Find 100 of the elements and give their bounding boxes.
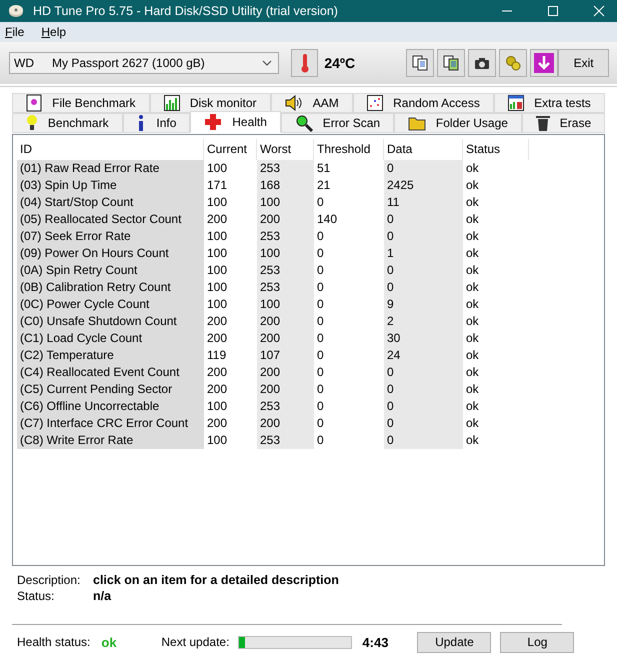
tab[interactable]: AAM xyxy=(270,93,353,113)
cross-icon xyxy=(204,113,222,131)
table-cell: (07) Seek Error Rate xyxy=(17,228,204,245)
scatter-plot-icon xyxy=(367,95,384,111)
tab[interactable]: Erase xyxy=(522,113,606,133)
table-cell: 0 xyxy=(384,279,463,296)
table-cell-text: 200 xyxy=(206,211,228,228)
table-cell: 253 xyxy=(257,432,314,449)
tab[interactable]: Benchmark xyxy=(12,113,123,133)
countdown: 4:43 xyxy=(362,634,390,650)
table-cell: (01) Raw Read Error Rate xyxy=(17,160,204,177)
table-cell-text: ok xyxy=(465,160,480,177)
table-cell: 100 xyxy=(257,296,314,313)
tab[interactable]: Disk monitor xyxy=(150,93,271,113)
table-cell: 9 xyxy=(384,296,463,313)
trash-can-icon xyxy=(536,114,550,132)
magnifier-icon xyxy=(294,114,313,132)
table-cell-text: 171 xyxy=(206,177,228,194)
copy-button[interactable] xyxy=(406,49,434,78)
column-header[interactable]: Threshold xyxy=(314,139,384,160)
table-cell: 253 xyxy=(257,228,314,245)
drive-dropdown[interactable]: WD My Passport 2627 (1000 gB) xyxy=(9,52,280,74)
table-cell: 107 xyxy=(257,347,314,364)
exit-button[interactable]: Exit xyxy=(558,49,610,78)
table-cell: (C5) Current Pending Sector xyxy=(17,381,204,398)
table-cell: 253 xyxy=(257,262,314,279)
detail-value: click on an item for a detailed description xyxy=(93,573,339,587)
camera-button[interactable] xyxy=(468,49,496,78)
table-cell-text: 0 xyxy=(316,279,325,296)
table-cell-text: 0 xyxy=(316,415,325,432)
detail-label: Description: xyxy=(17,573,82,587)
table-cell: 0 xyxy=(384,364,463,381)
table-cell-text: ok xyxy=(465,245,480,262)
table-cell-text: 100 xyxy=(206,279,228,296)
table-cell-text: 0 xyxy=(316,330,325,347)
table-cell: 0 xyxy=(384,415,463,432)
chart-window-icon xyxy=(508,95,524,111)
table-cell: 1 xyxy=(384,245,463,262)
table-cell-text: 0 xyxy=(316,313,325,330)
table-cell: 100 xyxy=(257,245,314,262)
table-cell: 0 xyxy=(384,381,463,398)
table-cell-text: 100 xyxy=(206,296,228,313)
table-cell-text: 100 xyxy=(206,432,228,449)
table-cell: (05) Reallocated Sector Count xyxy=(17,211,204,228)
table-cell-text: 0 xyxy=(316,381,325,398)
next-update-label: Next update: xyxy=(161,635,230,649)
table-cell-text: 0 xyxy=(316,347,325,364)
tab[interactable]: Extra tests xyxy=(494,93,605,113)
table-cell: 253 xyxy=(257,279,314,296)
copy-button[interactable] xyxy=(437,49,466,78)
thermometer-button[interactable] xyxy=(291,49,318,78)
table-cell-text: 100 xyxy=(206,228,228,245)
table-cell: 0 xyxy=(384,262,463,279)
table-cell-text: 100 xyxy=(206,194,228,211)
window-title: HD Tune Pro 5.75 - Hard Disk/SSD Utility (trial version) xyxy=(33,4,339,18)
table-cell: 253 xyxy=(257,398,314,415)
table-cell: 0 xyxy=(384,398,463,415)
table-cell-text: ok xyxy=(465,279,480,296)
close-icon[interactable] xyxy=(593,4,605,17)
table-cell-text: 0 xyxy=(316,262,325,279)
bar-chart-icon xyxy=(164,95,180,111)
gears-button[interactable] xyxy=(499,49,528,78)
table-cell-text: ok xyxy=(465,330,480,347)
download-button[interactable] xyxy=(530,49,558,78)
menu-item[interactable]: File xyxy=(5,25,24,40)
update-button[interactable]: Update xyxy=(417,632,492,652)
log-button[interactable]: Log xyxy=(500,632,574,652)
table-cell-text: ok xyxy=(465,177,480,194)
tab[interactable]: File Benchmark xyxy=(12,93,150,113)
hard-disk-icon xyxy=(8,4,24,18)
table-cell: 200 xyxy=(257,211,314,228)
table-cell: 0 xyxy=(384,160,463,177)
tab[interactable]: Health xyxy=(190,111,281,133)
speaker-icon xyxy=(284,95,303,111)
column-header[interactable]: Status xyxy=(463,139,529,160)
thermometer-icon xyxy=(300,53,310,74)
tab[interactable]: Info xyxy=(122,113,190,133)
table-cell: 2425 xyxy=(384,177,463,194)
table-cell: (0C) Power Cycle Count xyxy=(17,296,204,313)
table-cell-text: 200 xyxy=(206,415,228,432)
table-cell-text: 100 xyxy=(206,262,228,279)
table-cell: (C8) Write Error Rate xyxy=(17,432,204,449)
table-cell-text: ok xyxy=(465,313,480,330)
table-cell: (09) Power On Hours Count xyxy=(17,245,204,262)
table-cell: (0B) Calibration Retry Count xyxy=(17,279,204,296)
table-cell: (C1) Load Cycle Count xyxy=(17,330,204,347)
maximize-icon[interactable] xyxy=(547,4,559,17)
table-cell-text: 0 xyxy=(316,296,325,313)
table-cell: 24 xyxy=(384,347,463,364)
folder-icon xyxy=(408,115,426,131)
table-cell: (04) Start/Stop Count xyxy=(17,194,204,211)
tab[interactable]: Random Access xyxy=(352,93,494,113)
table-cell: 200 xyxy=(257,381,314,398)
tab[interactable]: Error Scan xyxy=(280,113,394,133)
documents-icon xyxy=(411,54,430,72)
table-cell-text: 0 xyxy=(316,432,325,449)
menu-item[interactable]: Help xyxy=(41,25,66,40)
table-cell-text: 0 xyxy=(316,228,325,245)
column-header[interactable]: Current xyxy=(204,139,257,160)
tab[interactable]: Folder Usage xyxy=(394,113,522,133)
